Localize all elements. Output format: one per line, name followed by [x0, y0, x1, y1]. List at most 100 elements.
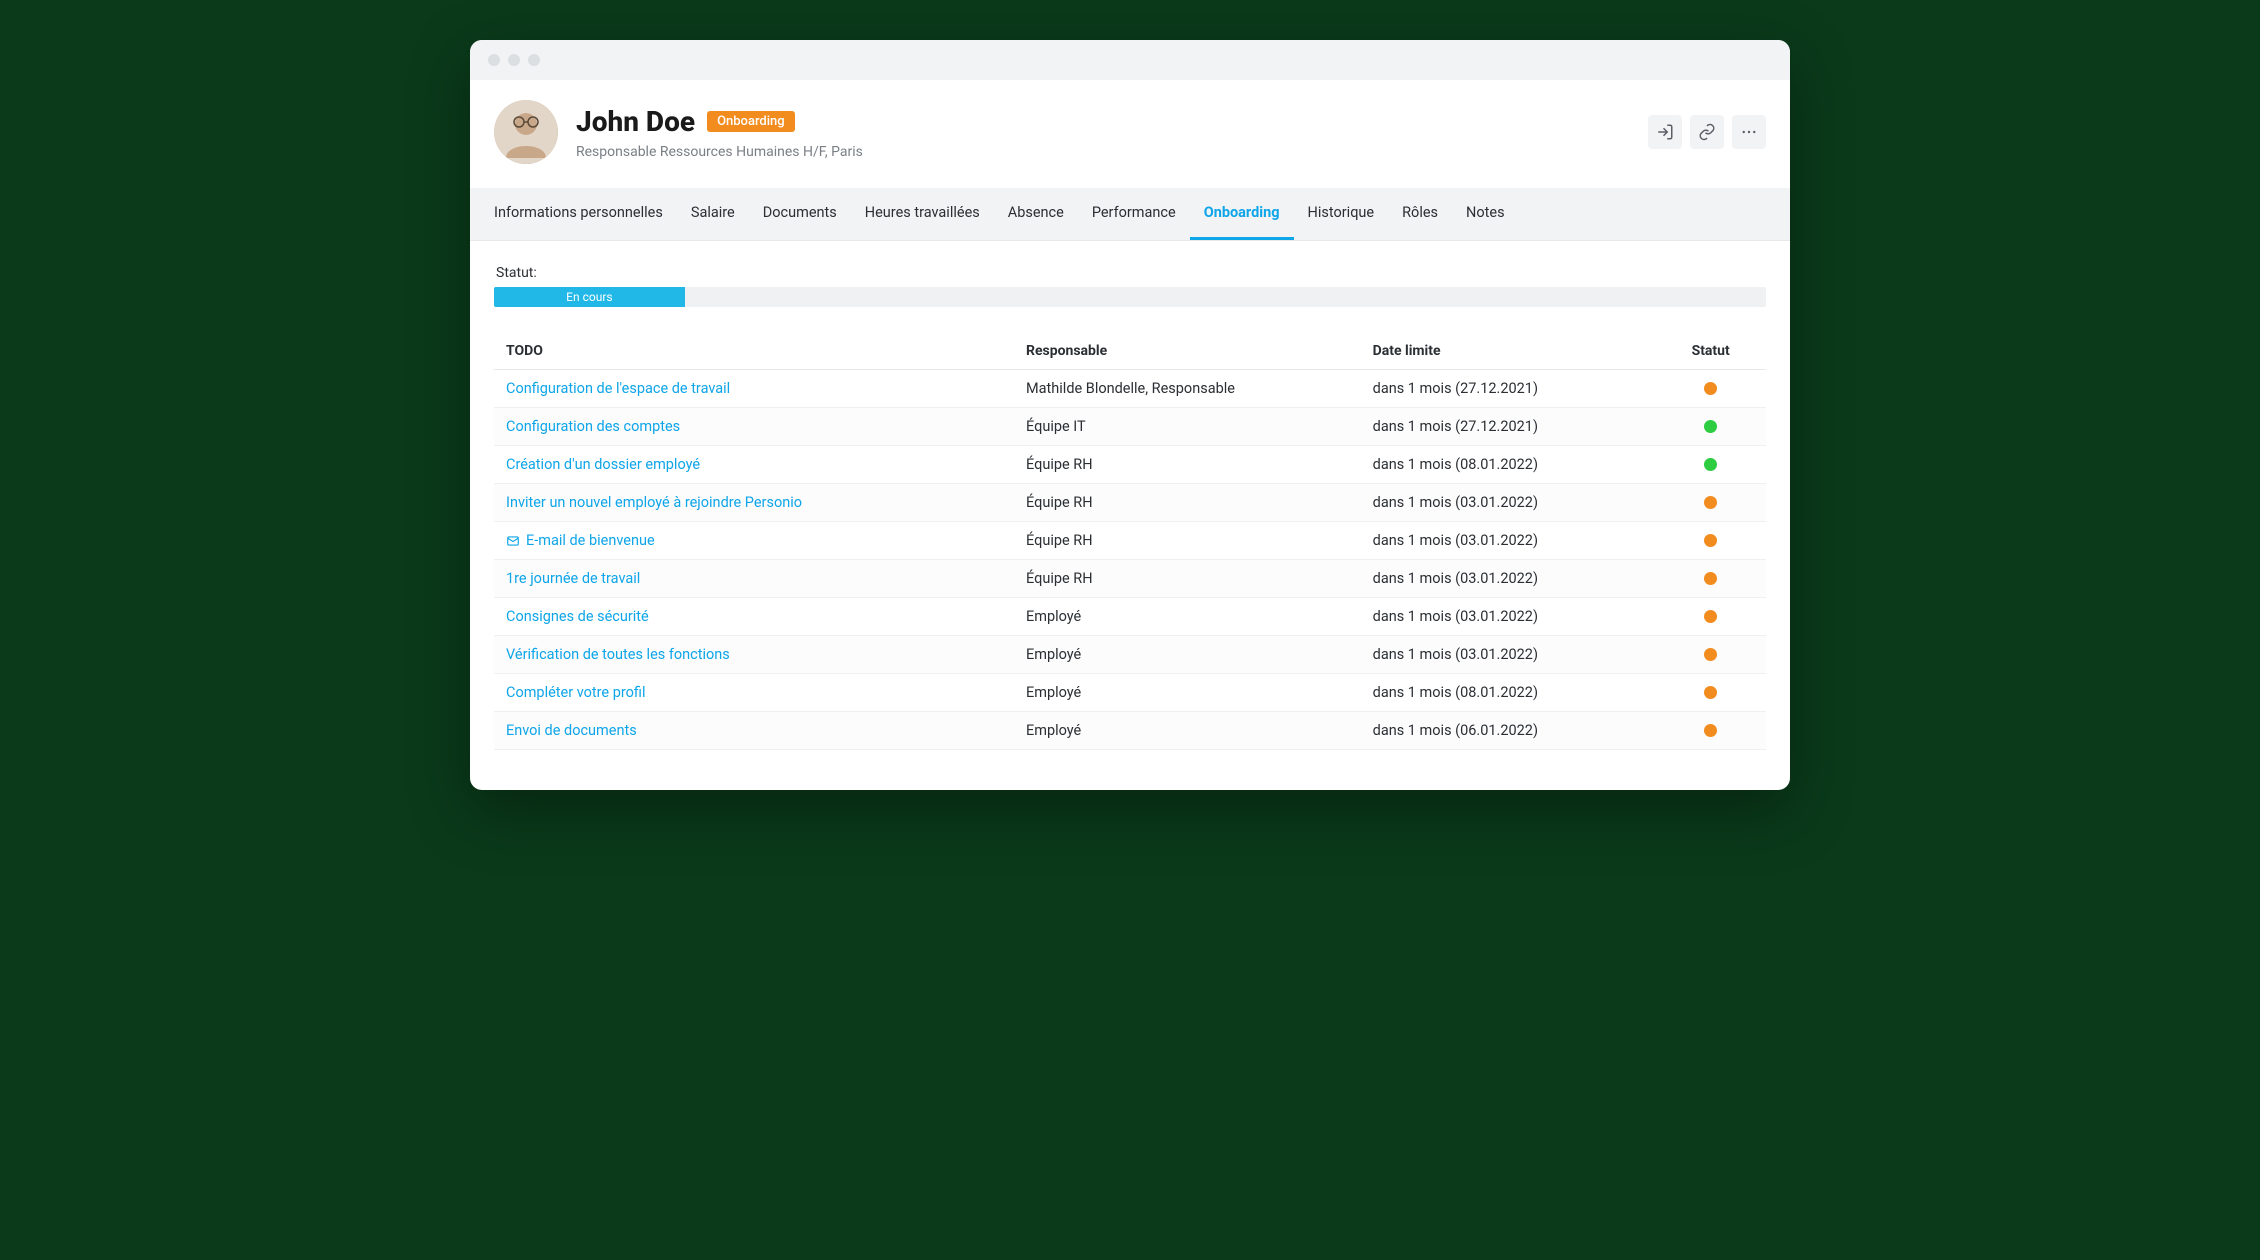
todo-label: 1re journée de travail: [506, 570, 640, 587]
header-actions: [1648, 115, 1766, 149]
table-row: Consignes de sécurité Employédans 1 mois …: [494, 598, 1766, 636]
tab-salaire[interactable]: Salaire: [677, 188, 749, 240]
status-dot-orange: [1704, 610, 1717, 623]
responsible-cell: Employé: [1026, 684, 1373, 701]
todo-link[interactable]: Envoi de documents: [506, 722, 1026, 739]
tab-performance[interactable]: Performance: [1078, 188, 1190, 240]
deadline-cell: dans 1 mois (03.01.2022): [1373, 570, 1668, 587]
login-icon: [1656, 123, 1674, 141]
onboarding-table: TODO Responsable Date limite Statut Conf…: [494, 333, 1766, 750]
deadline-cell: dans 1 mois (08.01.2022): [1373, 684, 1668, 701]
tab-absence[interactable]: Absence: [994, 188, 1078, 240]
status-cell: [1667, 458, 1754, 471]
responsible-cell: Employé: [1026, 646, 1373, 663]
status-cell: [1667, 648, 1754, 661]
responsible-cell: Employé: [1026, 608, 1373, 625]
status-dot-orange: [1704, 724, 1717, 737]
link-icon: [1698, 123, 1716, 141]
todo-label: Création d'un dossier employé: [506, 456, 700, 473]
status-dot-orange: [1704, 686, 1717, 699]
todo-label: Envoi de documents: [506, 722, 637, 739]
responsible-cell: Employé: [1026, 722, 1373, 739]
more-button[interactable]: [1732, 115, 1766, 149]
todo-label: Vérification de toutes les fonctions: [506, 646, 730, 663]
login-as-button[interactable]: [1648, 115, 1682, 149]
table-row: Configuration de l'espace de travailMath…: [494, 370, 1766, 408]
mail-icon: [506, 534, 520, 548]
progress-text: En cours: [566, 290, 612, 304]
employee-subtitle: Responsable Ressources Humaines H/F, Par…: [576, 144, 1630, 160]
col-responsible: Responsable: [1026, 343, 1373, 359]
avatar: [494, 100, 558, 164]
status-cell: [1667, 420, 1754, 433]
todo-label: E-mail de bienvenue: [526, 532, 655, 549]
col-deadline: Date limite: [1373, 343, 1668, 359]
responsible-cell: Équipe RH: [1026, 456, 1373, 473]
responsible-cell: Équipe RH: [1026, 532, 1373, 549]
deadline-cell: dans 1 mois (03.01.2022): [1373, 532, 1668, 549]
todo-label: Compléter votre profil: [506, 684, 645, 701]
todo-link[interactable]: Vérification de toutes les fonctions: [506, 646, 1026, 663]
todo-label: Inviter un nouvel employé à rejoindre Pe…: [506, 494, 802, 511]
header-main: John Doe Onboarding Responsable Ressourc…: [576, 105, 1630, 160]
responsible-cell: Équipe IT: [1026, 418, 1373, 435]
progress-bar: En cours: [494, 287, 1766, 307]
traffic-light-minimize[interactable]: [508, 54, 520, 66]
table-row: 1re journée de travailÉquipe RHdans 1 mo…: [494, 560, 1766, 598]
traffic-light-zoom[interactable]: [528, 54, 540, 66]
status-cell: [1667, 610, 1754, 623]
todo-link[interactable]: Configuration de l'espace de travail: [506, 380, 1026, 397]
todo-label: Consignes de sécurité: [506, 608, 649, 625]
status-dot-orange: [1704, 496, 1717, 509]
table-row: Vérification de toutes les fonctions Empl…: [494, 636, 1766, 674]
table-row: Compléter votre profil Employédans 1 mois…: [494, 674, 1766, 712]
tab-historique[interactable]: Historique: [1294, 188, 1389, 240]
table-row: Inviter un nouvel employé à rejoindre Pe…: [494, 484, 1766, 522]
table-row: Envoi de documents Employédans 1 mois (06…: [494, 712, 1766, 750]
status-dot-orange: [1704, 648, 1717, 661]
table-row: Création d'un dossier employéÉquipe RHda…: [494, 446, 1766, 484]
deadline-cell: dans 1 mois (06.01.2022): [1373, 722, 1668, 739]
status-cell: [1667, 686, 1754, 699]
traffic-light-close[interactable]: [488, 54, 500, 66]
tab-notes[interactable]: Notes: [1452, 188, 1519, 240]
app-window: John Doe Onboarding Responsable Ressourc…: [470, 40, 1790, 790]
tab-onboarding[interactable]: Onboarding: [1190, 188, 1294, 240]
col-todo: TODO: [506, 343, 1026, 359]
deadline-cell: dans 1 mois (03.01.2022): [1373, 646, 1668, 663]
todo-link[interactable]: Création d'un dossier employé: [506, 456, 1026, 473]
todo-link[interactable]: 1re journée de travail: [506, 570, 1026, 587]
link-button[interactable]: [1690, 115, 1724, 149]
responsible-cell: Équipe RH: [1026, 494, 1373, 511]
status-dot-orange: [1704, 572, 1717, 585]
table-header: TODO Responsable Date limite Statut: [494, 333, 1766, 370]
deadline-cell: dans 1 mois (27.12.2021): [1373, 418, 1668, 435]
progress-fill: En cours: [494, 287, 685, 307]
col-status: Statut: [1667, 343, 1754, 359]
todo-link[interactable]: Compléter votre profil: [506, 684, 1026, 701]
more-icon: [1740, 123, 1758, 141]
avatar-placeholder-icon: [494, 100, 558, 164]
employee-name: John Doe: [576, 105, 695, 138]
status-cell: [1667, 572, 1754, 585]
todo-link[interactable]: Configuration des comptes: [506, 418, 1026, 435]
status-dot-orange: [1704, 534, 1717, 547]
todo-link[interactable]: Consignes de sécurité: [506, 608, 1026, 625]
status-cell: [1667, 534, 1754, 547]
profile-header: John Doe Onboarding Responsable Ressourc…: [470, 80, 1790, 188]
status-cell: [1667, 382, 1754, 395]
status-badge: Onboarding: [707, 111, 795, 132]
todo-link[interactable]: Inviter un nouvel employé à rejoindre Pe…: [506, 494, 1026, 511]
content: Statut: En cours TODO Responsable Date l…: [470, 241, 1790, 790]
status-cell: [1667, 724, 1754, 737]
titlebar: [470, 40, 1790, 80]
deadline-cell: dans 1 mois (27.12.2021): [1373, 380, 1668, 397]
tab-documents[interactable]: Documents: [749, 188, 851, 240]
tab-heures-travaill-es[interactable]: Heures travaillées: [851, 188, 994, 240]
todo-label: Configuration de l'espace de travail: [506, 380, 730, 397]
status-dot-green: [1704, 420, 1717, 433]
tab-informations-personnelles[interactable]: Informations personnelles: [480, 188, 677, 240]
deadline-cell: dans 1 mois (03.01.2022): [1373, 608, 1668, 625]
tab-r-les[interactable]: Rôles: [1388, 188, 1452, 240]
todo-link[interactable]: E-mail de bienvenue: [506, 532, 1026, 549]
